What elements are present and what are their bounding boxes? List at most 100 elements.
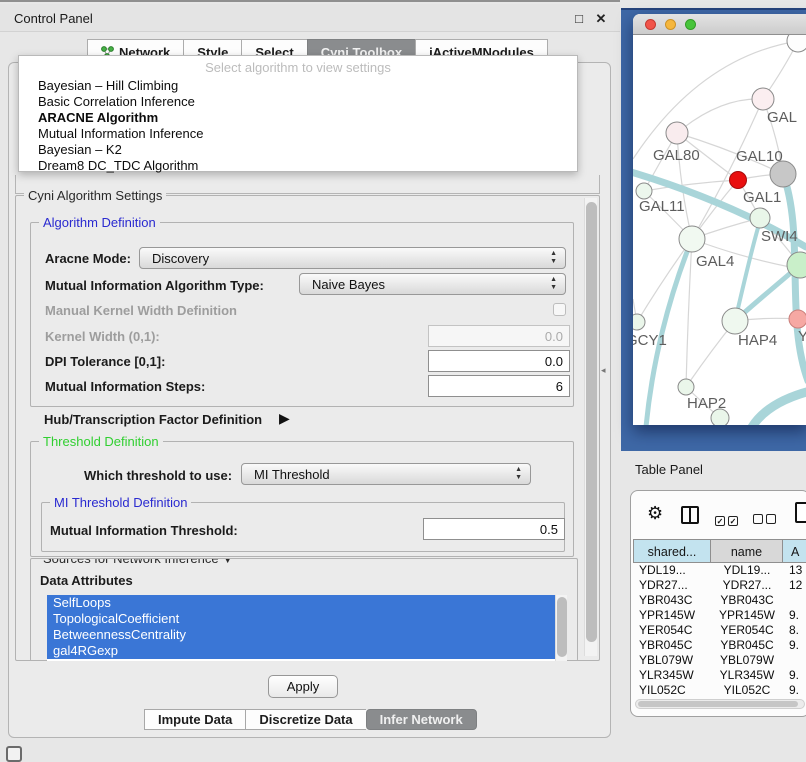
attributes-scrollbar-thumb[interactable] (557, 597, 567, 657)
cell[interactable]: 9. (783, 683, 806, 695)
table-horizontal-scrollbar[interactable] (635, 699, 805, 709)
list-item[interactable]: SelfLoops (47, 595, 567, 611)
cell[interactable]: 9. (783, 608, 806, 623)
network-window-titlebar[interactable] (633, 14, 806, 35)
table-row[interactable]: YLR345WYLR345W9. (633, 668, 806, 683)
settings-scrollbar[interactable] (584, 198, 597, 656)
new-table-icon[interactable] (795, 502, 806, 523)
network-canvas[interactable]: GAL GAL80 GAL10 GAL1 GAL11 SWI4 GAL4 GCY… (633, 35, 806, 425)
tab-infer-network[interactable]: Infer Network (366, 709, 477, 730)
node-label: GAL80 (653, 147, 700, 164)
list-item[interactable]: BetweennessCentrality (47, 627, 567, 643)
dpi-tolerance-label: DPI Tolerance [0,1]: (45, 354, 165, 369)
mi-type-select[interactable]: Naive Bayes ▲▼ (299, 273, 566, 295)
node-gal11[interactable] (636, 183, 652, 199)
cell[interactable]: YLR345W (711, 668, 783, 683)
table-panel-window: ⚙ ✓✓ shared... name A YDL19...YDL19...13… (630, 490, 806, 717)
menu-item[interactable]: Mutual Information Inference (19, 126, 577, 141)
column-header[interactable]: A (783, 539, 806, 563)
menu-item[interactable]: Bayesian – Hill Climbing (19, 78, 577, 93)
cell[interactable]: YPR145W (711, 608, 783, 623)
cell[interactable]: YBL079W (633, 653, 711, 668)
cell[interactable]: YDL19... (711, 563, 783, 578)
table-row[interactable]: YBL079WYBL079W (633, 653, 806, 668)
node-pink[interactable] (789, 310, 806, 328)
cell[interactable]: 13 (783, 563, 806, 578)
gear-icon[interactable]: ⚙ (647, 503, 663, 524)
node-selected-red[interactable] (730, 172, 747, 189)
node[interactable] (752, 88, 774, 110)
sources-collapse-arrow-icon[interactable]: ▼ (222, 558, 233, 566)
cell[interactable]: YIL052C (633, 683, 711, 695)
cell[interactable]: YBR045C (633, 638, 711, 653)
node-hap2[interactable] (678, 379, 694, 395)
node-hap4[interactable] (722, 308, 748, 334)
node-gal4[interactable] (679, 226, 705, 252)
list-item[interactable]: TopologicalCoefficient (47, 611, 567, 627)
deselect-all-columns-icon[interactable] (753, 511, 776, 529)
node-gal1[interactable] (750, 208, 770, 228)
cell[interactable]: 9. (783, 638, 806, 653)
node-gcy1[interactable] (633, 314, 645, 330)
cell[interactable]: YDR27... (633, 578, 711, 593)
minimize-traffic-light-icon[interactable] (665, 19, 676, 30)
float-panel-icon[interactable]: □ (570, 10, 588, 28)
columns-icon[interactable] (681, 506, 699, 524)
close-panel-icon[interactable]: ✕ (592, 10, 610, 28)
cell[interactable] (783, 593, 806, 608)
apply-button[interactable]: Apply (268, 675, 338, 698)
table-horizontal-scrollbar-thumb[interactable] (638, 701, 798, 707)
table-panel-title: Table Panel (635, 462, 703, 477)
combo-arrows-icon: ▲▼ (550, 250, 557, 266)
cell[interactable]: YER054C (633, 623, 711, 638)
cell[interactable]: YDR27... (711, 578, 783, 593)
column-header[interactable]: name (711, 539, 783, 563)
table-row[interactable]: YER054CYER054C8. (633, 623, 806, 638)
cell[interactable]: YDL19... (633, 563, 711, 578)
zoom-traffic-light-icon[interactable] (685, 19, 696, 30)
table-row[interactable]: YDL19...YDL19...13 (633, 563, 806, 578)
menu-item[interactable]: Dream8 DC_TDC Algorithm (19, 158, 577, 173)
manual-kernel-checkbox[interactable] (553, 303, 566, 316)
cell[interactable]: YPR145W (633, 608, 711, 623)
table-row[interactable]: YBR043CYBR043C (633, 593, 806, 608)
which-threshold-select[interactable]: MI Threshold ▲▼ (241, 463, 531, 485)
cell[interactable]: YBR045C (711, 638, 783, 653)
cell[interactable]: YBR043C (711, 593, 783, 608)
hub-expand-arrow-icon[interactable]: ▶ (279, 410, 290, 427)
menu-item[interactable]: Bayesian – K2 (19, 142, 577, 157)
node-gal80[interactable] (666, 122, 688, 144)
split-pane-collapse-icon[interactable]: ◂ (601, 365, 606, 376)
menu-item-highlighted[interactable]: ARACNE Algorithm (19, 110, 577, 125)
mi-steps-field[interactable]: 6 (428, 375, 570, 397)
cell[interactable]: 12 (783, 578, 806, 593)
cell[interactable]: YIL052C (711, 683, 783, 695)
mi-threshold-field[interactable]: 0.5 (423, 518, 565, 540)
float-window-corner-icon[interactable] (6, 746, 22, 762)
cell[interactable]: 8. (783, 623, 806, 638)
table-row[interactable]: YPR145WYPR145W9. (633, 608, 806, 623)
kernel-width-field[interactable]: 0.0 (428, 325, 570, 347)
table-row[interactable]: YDR27...YDR27...12 (633, 578, 806, 593)
table-row[interactable]: YBR045CYBR045C9. (633, 638, 806, 653)
cell[interactable] (783, 653, 806, 668)
node[interactable] (787, 35, 806, 52)
cell[interactable]: YER054C (711, 623, 783, 638)
select-all-columns-icon[interactable]: ✓✓ (715, 511, 738, 529)
mi-threshold-definition-title: MI Threshold Definition (50, 495, 191, 510)
table-row[interactable]: YIL052CYIL052C9. (633, 683, 806, 695)
cell[interactable]: 9. (783, 668, 806, 683)
cell[interactable]: YBL079W (711, 653, 783, 668)
aracne-mode-select[interactable]: Discovery ▲▼ (139, 247, 566, 269)
tab-discretize-data[interactable]: Discretize Data (245, 709, 365, 730)
list-item[interactable]: gal4RGexp (47, 643, 567, 659)
dpi-tolerance-field[interactable]: 0.0 (428, 350, 570, 372)
column-header[interactable]: shared... (633, 539, 711, 563)
menu-item[interactable]: Basic Correlation Inference (19, 94, 577, 109)
cell[interactable]: YBR043C (633, 593, 711, 608)
tab-impute-data[interactable]: Impute Data (144, 709, 245, 730)
settings-scrollbar-thumb[interactable] (586, 202, 597, 642)
cell[interactable]: YLR345W (633, 668, 711, 683)
close-traffic-light-icon[interactable] (645, 19, 656, 30)
attributes-scrollbar[interactable] (555, 595, 567, 661)
